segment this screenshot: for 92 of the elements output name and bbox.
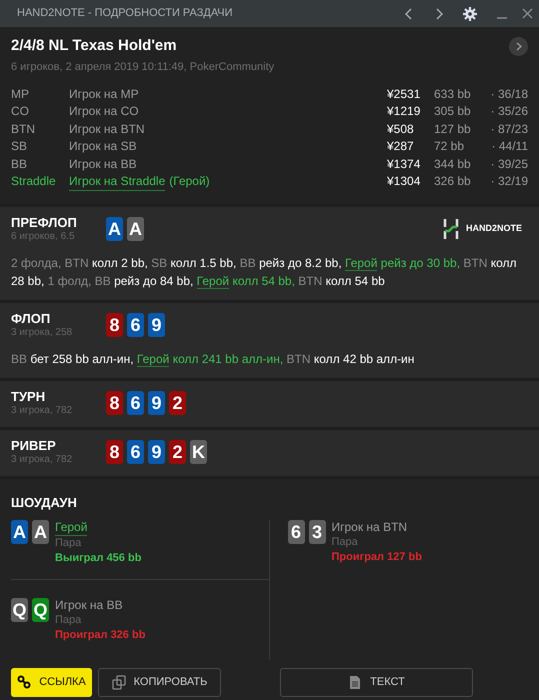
chevron-left-icon (405, 8, 413, 20)
player-name: Игрок на SB (69, 138, 137, 156)
position-label: SB (11, 138, 28, 156)
playing-card: A (106, 217, 123, 241)
next-button[interactable] (509, 36, 528, 56)
settings-icon (463, 6, 477, 20)
hero-link[interactable]: Герой (136, 352, 170, 367)
result-label: Выиграл 456 bb (55, 550, 142, 566)
player-stats: · 32/19 (490, 173, 528, 190)
hero-link[interactable]: Герой (55, 520, 88, 536)
hand-combo: Пара (55, 612, 82, 628)
player-link[interactable]: Игрок на Straddle (69, 172, 166, 191)
hand-title: 2/4/8 NL Texas Hold'em (11, 36, 177, 56)
street-info: 3 игрока, 782 (11, 453, 74, 466)
bb-amount: 127 bb (434, 120, 472, 138)
player-stats: · 44/11 (490, 138, 528, 156)
stack-amount: ¥1374 (387, 156, 422, 173)
player-name: Игрок на BTN (69, 120, 145, 138)
stack-amount: ¥1219 (387, 103, 422, 120)
result-label: Проиграл 326 bb (55, 628, 146, 642)
street-info: 3 игрока, 782 (11, 404, 74, 417)
playing-card: K (190, 440, 207, 464)
street-title: РИВЕР (11, 438, 57, 453)
bb-amount: 633 bb (434, 86, 472, 103)
bb-amount: 305 bb (434, 103, 472, 120)
hero-link[interactable]: Герой (196, 274, 230, 289)
position-label: BTN (11, 120, 36, 138)
stack-amount: ¥2531 (387, 86, 422, 103)
street-title: ФЛОП (11, 311, 52, 326)
playing-card: 2 (169, 391, 186, 415)
playing-card: 8 (106, 391, 123, 415)
player-name: Игрок на BTN (332, 520, 408, 534)
playing-card: 6 (127, 313, 144, 337)
logo-text: HAND2NOTE (466, 222, 522, 236)
text-button[interactable]: ТЕКСТ (280, 668, 473, 696)
hero-link[interactable]: Герой (345, 256, 378, 271)
playing-card: 3 (308, 520, 326, 544)
stack-amount: ¥1304 (387, 173, 422, 190)
playing-card: 9 (148, 440, 165, 464)
result-label: Проиграл 127 bb (332, 550, 422, 564)
hand-combo: Пара (55, 536, 82, 550)
minimize-icon (497, 16, 507, 18)
hand-combo: Пара (332, 534, 359, 550)
copy-icon (112, 674, 126, 690)
playing-card: 6 (127, 440, 144, 464)
street-info: 3 игрока, 258 (11, 326, 74, 339)
position-label: CO (11, 103, 30, 120)
playing-card: 9 (148, 391, 165, 415)
link-button[interactable]: ССЫЛКА (11, 668, 92, 696)
copy-button[interactable]: КОПИРОВАТЬ (98, 668, 221, 696)
player-stats: · 35/26 (490, 103, 528, 120)
chevron-right-icon (435, 8, 443, 20)
showdown-title: ШОУДАУН (11, 494, 78, 512)
bb-amount: 72 bb (434, 138, 466, 156)
playing-card: A (32, 520, 49, 544)
action-line: 2 фолда, BTN колл 2 bb, SB колл 1.5 bb, BB рейз до 8.2 bb, Герой рейз до 30 bb, BTN колл 28 bb, 1 фолд, BB рейз до 84 bb, Герой колл 54 bb, BTN колл 54 bb (11, 255, 518, 290)
player-name: Игрок на BB (69, 156, 137, 173)
hero-tag: (Герой) (169, 172, 210, 191)
stack-amount: ¥508 (387, 120, 415, 138)
player-stats: · 36/18 (490, 86, 528, 103)
position-label: BB (11, 156, 28, 173)
hand-subtitle: 6 игроков, 2 апреля 2019 10:11:49, PokerCommunity (11, 60, 276, 74)
player-name: Игрок на BB (55, 598, 124, 612)
bb-amount: 344 bb (434, 156, 472, 173)
playing-card: 6 (288, 520, 304, 544)
window-title: HAND2NOTE - ПОДРОБНОСТИ РАЗДАЧИ (17, 6, 234, 22)
player-stats: · 87/23 (490, 120, 528, 138)
playing-card: A (11, 520, 28, 544)
bb-amount: 326 bb (434, 173, 472, 190)
position-label: MP (11, 86, 30, 103)
document-icon (348, 674, 362, 690)
playing-card: 8 (106, 313, 123, 337)
playing-card: Q (32, 598, 49, 622)
playing-card: 6 (127, 391, 144, 415)
stack-amount: ¥287 (387, 138, 415, 156)
playing-card: 2 (169, 440, 186, 464)
street-title: ПРЕФЛОП (11, 215, 78, 230)
position-label: Straddle (11, 173, 57, 190)
chevron-right-icon (516, 42, 522, 51)
playing-card: Q (11, 598, 28, 622)
player-name: Игрок на CO (69, 103, 139, 120)
playing-card: 9 (148, 313, 165, 337)
action-line: BB бет 258 bb алл-ин, Герой колл 241 bb алл-ин, BTN колл 42 bb алл-ин (11, 351, 416, 368)
logo-icon (442, 219, 459, 239)
player-stats: · 39/25 (490, 156, 528, 173)
playing-card: 8 (106, 440, 123, 464)
street-title: ТУРН (11, 389, 46, 404)
link-icon (17, 674, 32, 690)
player-name: Игрок на MP (69, 86, 139, 103)
playing-card: A (127, 217, 144, 241)
close-icon (522, 8, 533, 19)
street-info: 6 игроков, 6.5 (11, 230, 76, 243)
